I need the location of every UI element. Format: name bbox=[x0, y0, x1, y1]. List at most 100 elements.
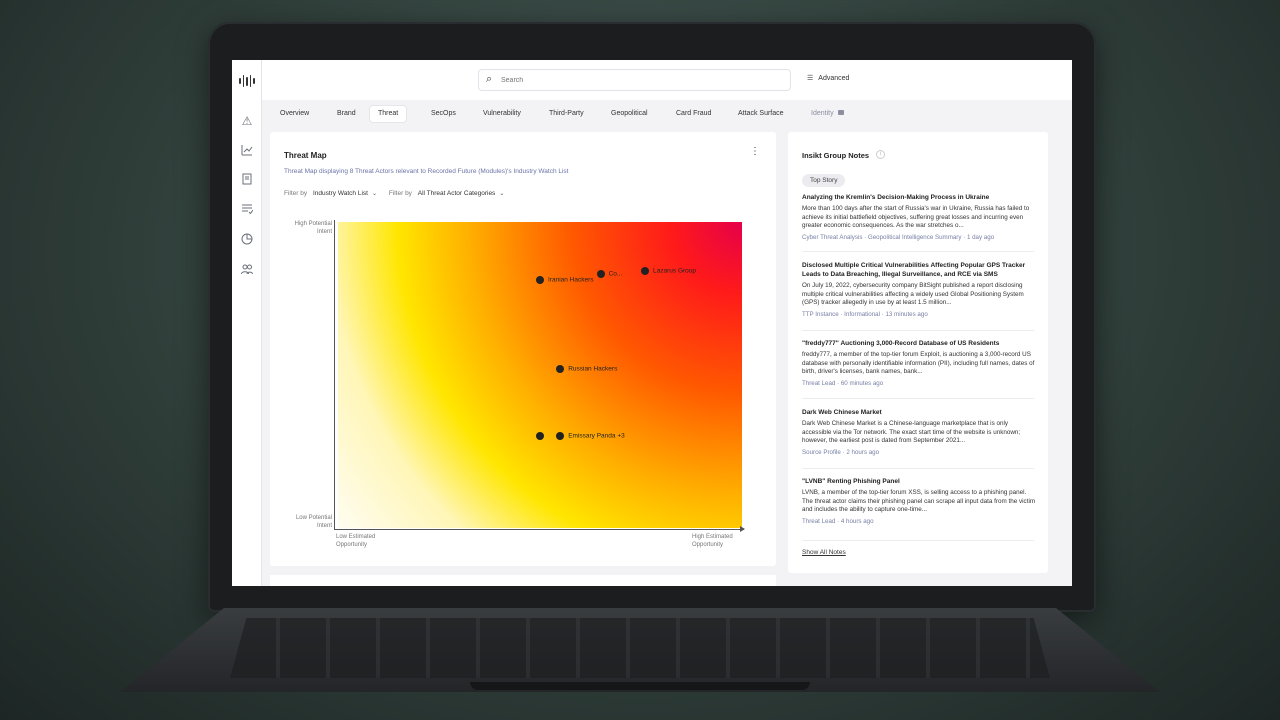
note-item[interactable]: Disclosed Multiple Critical Vulnerabilit… bbox=[802, 261, 1038, 318]
tab-geopolitical[interactable]: Geopolitical bbox=[603, 106, 656, 122]
threat-map-plot[interactable]: Iranian Hackers Co... Lazarus Group Russian… bbox=[338, 222, 742, 528]
divider bbox=[802, 251, 1034, 252]
x-axis-line bbox=[334, 529, 744, 530]
filter-industry-select[interactable]: Industry Watch List bbox=[313, 190, 368, 197]
x-axis-low-label: Low Estimated Opportunity bbox=[336, 533, 375, 549]
x-low-line2: Opportunity bbox=[336, 542, 368, 548]
threat-actor-label[interactable]: Co... bbox=[609, 271, 623, 278]
note-title[interactable]: Dark Web Chinese Market bbox=[802, 408, 1038, 417]
advanced-label: Advanced bbox=[818, 75, 850, 82]
threat-actor-label[interactable]: Iranian Hackers bbox=[548, 277, 594, 284]
y-low-line1: Low Potential bbox=[295, 515, 332, 521]
notes-title: Insikt Group Notes bbox=[802, 151, 870, 160]
y-axis-low-label: Low Potential Intent bbox=[284, 514, 332, 530]
document-icon[interactable] bbox=[240, 173, 254, 187]
threat-actor-dot[interactable] bbox=[556, 432, 565, 441]
lock-icon bbox=[837, 110, 844, 115]
y-high-line1: High Potential bbox=[294, 221, 332, 227]
note-title[interactable]: Disclosed Multiple Critical Vulnerabilit… bbox=[802, 261, 1038, 279]
search-icon: ⌕ bbox=[486, 73, 493, 85]
more-options-icon[interactable]: ⋮ bbox=[750, 146, 760, 157]
note-title[interactable]: "freddy777" Auctioning 3,000-Record Data… bbox=[802, 339, 1038, 348]
threat-map-card: Threat Map ⋮ Threat Map displaying 8 Thr… bbox=[270, 132, 776, 566]
laptop-base-lip bbox=[470, 682, 810, 690]
tab-brand[interactable]: Brand bbox=[329, 106, 364, 122]
note-body: LVNB, a member of the top-tier forum XSS… bbox=[802, 489, 1036, 514]
divider bbox=[802, 468, 1034, 469]
y-axis-line bbox=[334, 220, 335, 530]
chevron-down-icon[interactable]: ⌄ bbox=[499, 191, 504, 197]
tab-threat[interactable]: Threat bbox=[370, 106, 407, 122]
x-low-line1: Low Estimated bbox=[336, 534, 376, 540]
insikt-notes-card: Insikt Group Notes i Top Story Analyzing… bbox=[788, 132, 1048, 573]
y-axis-high-label: High Potential Intent bbox=[284, 220, 332, 236]
note-item[interactable]: "freddy777" Auctioning 3,000-Record Data… bbox=[802, 339, 1038, 387]
threat-actor-dot[interactable] bbox=[556, 364, 565, 373]
note-body: On July 19, 2022, cybersecurity company … bbox=[802, 282, 1024, 307]
threat-actor-dot[interactable] bbox=[536, 432, 544, 441]
x-axis-high-label: High Estimated Opportunity bbox=[692, 533, 733, 549]
analytics-icon[interactable] bbox=[240, 144, 254, 158]
laptop-keyboard bbox=[230, 618, 1050, 678]
tab-card-fraud[interactable]: Card Fraud bbox=[668, 106, 719, 122]
warning-icon[interactable]: ⚠ bbox=[240, 114, 254, 128]
tab-vulnerability[interactable]: Vulnerability bbox=[475, 106, 529, 122]
app-logo-icon[interactable] bbox=[239, 74, 255, 88]
note-title[interactable]: "LVNB" Renting Phishing Panel bbox=[802, 477, 1038, 486]
threat-actor-dot[interactable] bbox=[596, 270, 605, 279]
sliders-icon: ☰ bbox=[807, 75, 814, 82]
next-card-edge bbox=[270, 575, 776, 586]
top-story-badge: Top Story bbox=[802, 174, 846, 187]
x-high-line1: High Estimated bbox=[692, 534, 733, 540]
note-meta: TTP Instance · Informational · 13 minute… bbox=[802, 310, 928, 318]
note-title[interactable]: Analyzing the Kremlin's Decision-Making … bbox=[802, 193, 1038, 202]
note-item[interactable]: Dark Web Chinese Market Dark Web Chinese… bbox=[802, 408, 1038, 456]
search-input[interactable] bbox=[501, 74, 781, 87]
tab-bar: Overview Brand Threat SecOps Vulnerabili… bbox=[262, 100, 1072, 130]
note-meta: Threat Lead · 4 hours ago bbox=[802, 517, 874, 525]
search-box: ⌕ bbox=[478, 69, 791, 91]
divider bbox=[802, 540, 1034, 541]
note-meta: Threat Lead · 60 minutes ago bbox=[802, 379, 884, 387]
info-icon[interactable]: i bbox=[876, 150, 885, 159]
threat-actor-label[interactable]: Russian Hackers bbox=[568, 365, 617, 372]
show-all-notes-link[interactable]: Show All Notes bbox=[802, 549, 846, 556]
top-bar: ⌕ ☰ Advanced bbox=[262, 60, 1072, 100]
threat-actor-label[interactable]: Lazarus Group bbox=[653, 267, 696, 274]
note-meta: Cyber Threat Analysis · Geopolitical Int… bbox=[802, 233, 995, 241]
list-icon[interactable] bbox=[240, 203, 254, 217]
filter-row: Filter by Industry Watch List ⌄ Filter by… bbox=[284, 190, 514, 197]
divider bbox=[802, 330, 1034, 331]
x-axis-arrow bbox=[740, 526, 745, 532]
tab-overview[interactable]: Overview bbox=[272, 106, 317, 122]
note-body: freddy777, a member of the top-tier foru… bbox=[802, 351, 1035, 376]
filter-category-select[interactable]: All Threat Actor Categories bbox=[418, 190, 496, 197]
tab-identity[interactable]: Identity bbox=[803, 106, 852, 122]
threat-actor-dot[interactable] bbox=[536, 276, 544, 285]
note-item[interactable]: "LVNB" Renting Phishing Panel LVNB, a me… bbox=[802, 477, 1038, 525]
pie-chart-icon[interactable] bbox=[240, 233, 254, 247]
note-meta: Source Profile · 2 hours ago bbox=[802, 448, 880, 456]
threat-actor-dot[interactable] bbox=[641, 266, 650, 275]
app-screen: ⚠ ⌕ ☰ Advanced Overview Brand Threat SecO… bbox=[232, 60, 1072, 586]
x-high-line2: Opportunity bbox=[692, 542, 724, 548]
users-icon[interactable] bbox=[240, 263, 254, 277]
filter-label-1: Filter by bbox=[284, 190, 308, 197]
y-high-line2: Intent bbox=[316, 229, 332, 235]
advanced-button[interactable]: ☰ Advanced bbox=[807, 74, 849, 82]
tab-secops[interactable]: SecOps bbox=[423, 106, 464, 122]
tab-identity-label: Identity bbox=[811, 110, 834, 117]
threat-map-subtitle: Threat Map displaying 8 Threat Actors re… bbox=[284, 168, 569, 175]
y-low-line2: Intent bbox=[316, 523, 332, 529]
threat-actor-label[interactable]: Emissary Panda +3 bbox=[568, 433, 625, 440]
note-body: More than 100 days after the start of Ru… bbox=[802, 205, 1030, 230]
tab-attack-surface[interactable]: Attack Surface bbox=[730, 106, 792, 122]
chevron-down-icon[interactable]: ⌄ bbox=[372, 191, 377, 197]
divider bbox=[802, 398, 1034, 399]
filter-label-2: Filter by bbox=[388, 190, 412, 197]
note-item[interactable]: Analyzing the Kremlin's Decision-Making … bbox=[802, 193, 1038, 241]
threat-map-title: Threat Map bbox=[284, 151, 327, 160]
sidebar: ⚠ bbox=[232, 60, 262, 586]
note-body: Dark Web Chinese Market is a Chinese-lan… bbox=[802, 420, 1021, 445]
tab-third-party[interactable]: Third-Party bbox=[541, 106, 592, 122]
